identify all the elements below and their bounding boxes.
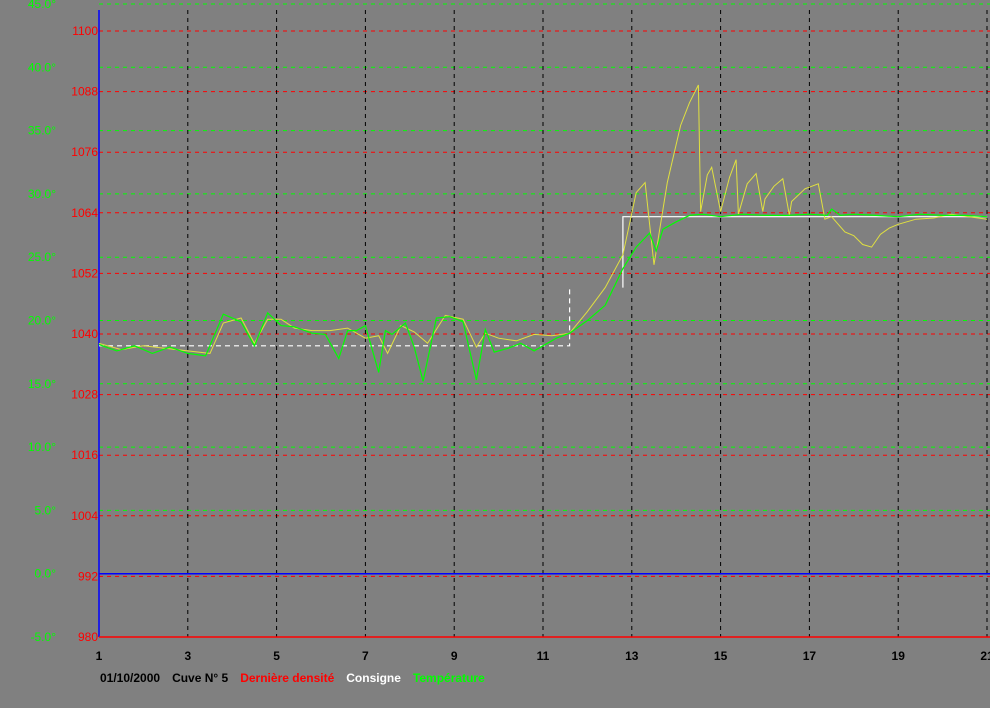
date-label: 01/10/2000 (100, 671, 161, 685)
density-tick-label: 1052 (71, 266, 98, 280)
temperature-tick-label: 35.0° (28, 124, 56, 138)
x-tick-label: 11 (537, 649, 550, 663)
temperature-tick-label: 25.0° (28, 250, 56, 264)
tank-label: Cuve N° 5 (172, 671, 229, 685)
x-tick-label: 7 (362, 649, 369, 663)
x-tick-label: 15 (714, 649, 728, 663)
temperature-tick-label: 0.0° (35, 567, 57, 581)
density-tick-label: 1016 (71, 448, 98, 462)
chart-footer: 01/10/2000 Cuve N° 5 Dernière densité Consi… (100, 671, 497, 685)
temperature-tick-label: 20.0° (28, 314, 56, 328)
temperature-tick-label: 45.0° (28, 0, 56, 11)
density-tick-label: 1064 (71, 206, 98, 220)
x-tick-label: 13 (625, 649, 639, 663)
density-tick-label: 1088 (71, 85, 98, 99)
x-tick-label: 21 (980, 649, 990, 663)
x-tick-label: 17 (803, 649, 817, 663)
x-tick-label: 19 (892, 649, 906, 663)
temperature-tick-label: 10.0° (28, 440, 56, 454)
density-tick-label: 1028 (71, 388, 98, 402)
density-tick-label: 980 (78, 630, 98, 644)
legend-density: Dernière densité (240, 671, 335, 685)
legend-temperature: Température (412, 671, 485, 685)
temperature-tick-label: 30.0° (28, 187, 56, 201)
plot-area (0, 0, 990, 708)
x-tick-label: 9 (451, 649, 458, 663)
x-tick-label: 5 (273, 649, 280, 663)
legend-setpoint: Consigne (346, 671, 401, 685)
density-tick-label: 1076 (71, 145, 98, 159)
density-tick-label: 1100 (72, 24, 98, 38)
x-tick-label: 3 (184, 649, 191, 663)
temperature-tick-label: 40.0° (28, 60, 56, 74)
x-tick-label: 1 (96, 649, 103, 663)
temperature-tick-label: 15.0° (28, 377, 56, 391)
temperature-tick-label: -5.0° (31, 630, 57, 644)
temperature-tick-label: 5.0° (35, 503, 57, 517)
density-tick-label: 1040 (71, 327, 98, 341)
density-tick-label: 1004 (71, 509, 98, 523)
density-tick-label: 992 (78, 569, 98, 583)
chart: -5.0°0.0°5.0°10.0°15.0°20.0°25.0°30.0°35… (0, 0, 990, 708)
